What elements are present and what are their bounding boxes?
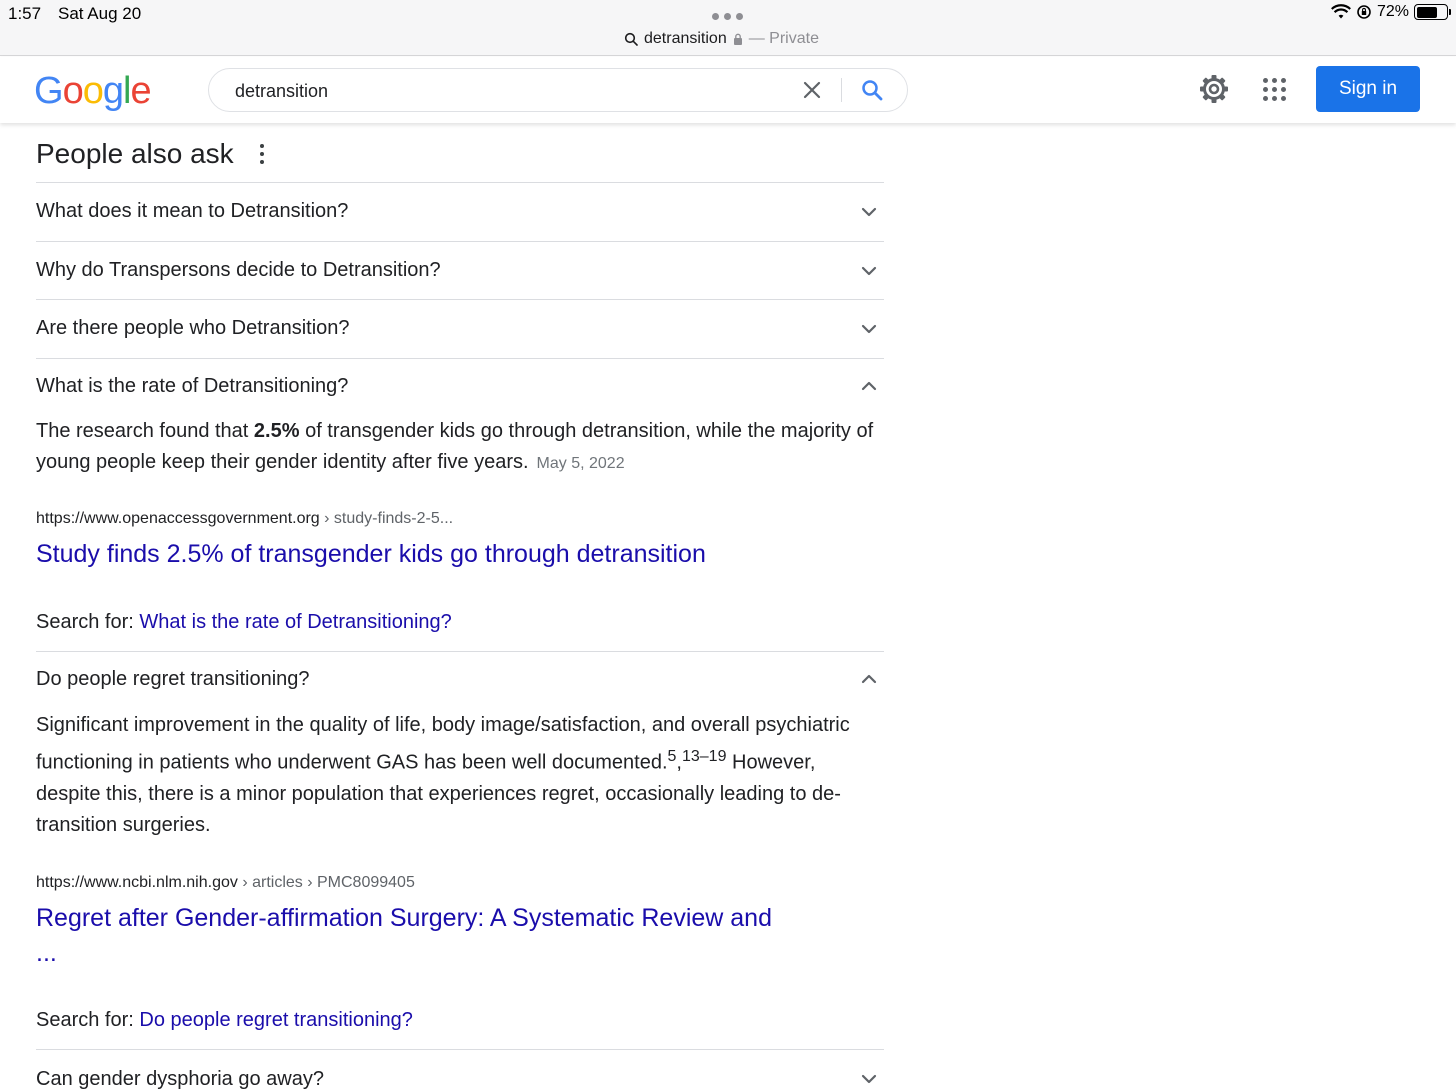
result-url[interactable]: https://www.ncbi.nlm.nih.gov › articles … bbox=[36, 874, 415, 892]
question-row[interactable]: What is the rate of Detransitioning? bbox=[36, 358, 884, 416]
search-for-link[interactable]: What is the rate of Detransitioning? bbox=[139, 611, 451, 633]
result-path: › study-finds-2-5... bbox=[319, 510, 454, 527]
result-title-link[interactable]: Study finds 2.5% of transgender kids go … bbox=[36, 537, 706, 572]
wifi-icon bbox=[1331, 4, 1351, 19]
lock-icon bbox=[733, 33, 742, 45]
result-domain: https://www.ncbi.nlm.nih.gov bbox=[36, 874, 238, 891]
gear-icon[interactable] bbox=[1198, 73, 1230, 105]
question-text: Can gender dysphoria go away? bbox=[36, 1068, 324, 1090]
search-for-label: Search for: bbox=[36, 611, 140, 633]
result-title-ellipsis: ... bbox=[36, 939, 57, 967]
question-row[interactable]: What does it mean to Detransition? bbox=[36, 182, 884, 240]
search-for: Search for: What is the rate of Detransi… bbox=[36, 611, 452, 634]
logo-letter: l bbox=[122, 70, 132, 112]
search-box[interactable]: detransition bbox=[208, 68, 908, 112]
logo-letter: g bbox=[102, 70, 124, 112]
question-text: Why do Transpersons decide to Detransiti… bbox=[36, 259, 441, 281]
answer-snippet: The research found that 2.5% of transgen… bbox=[36, 416, 884, 479]
chevron-up-icon bbox=[861, 674, 877, 684]
result-domain: https://www.openaccessgovernment.org bbox=[36, 510, 320, 527]
answer-text: The research found that bbox=[36, 420, 254, 442]
google-logo[interactable]: Google bbox=[34, 70, 152, 113]
answer-date: May 5, 2022 bbox=[536, 455, 625, 472]
question-row[interactable]: Are there people who Detransition? bbox=[36, 299, 884, 357]
multitasking-dots-icon[interactable] bbox=[712, 13, 743, 20]
browser-status-bar: 1:57 Sat Aug 20 detransition — Private 7… bbox=[0, 0, 1456, 56]
citation-ref: 13–19 bbox=[681, 748, 727, 765]
logo-letter: o bbox=[62, 70, 84, 112]
address-bar[interactable]: detransition — Private bbox=[624, 28, 819, 50]
result-url[interactable]: https://www.openaccessgovernment.org › s… bbox=[36, 510, 453, 528]
search-icon bbox=[624, 32, 638, 46]
clear-icon[interactable] bbox=[797, 75, 827, 105]
chevron-down-icon bbox=[861, 324, 877, 334]
chevron-down-icon bbox=[861, 207, 877, 217]
address-bar-text: detransition bbox=[644, 30, 727, 47]
logo-letter: e bbox=[130, 70, 151, 112]
logo-letter: G bbox=[34, 70, 64, 112]
search-icon[interactable] bbox=[857, 75, 887, 105]
result-title-link[interactable]: Regret after Gender-affirmation Surgery:… bbox=[36, 901, 772, 971]
search-for-link[interactable]: Do people regret transitioning? bbox=[139, 1009, 413, 1031]
question-text: Do people regret transitioning? bbox=[36, 668, 310, 690]
apps-grid-icon[interactable] bbox=[1260, 75, 1288, 103]
search-for: Search for: Do people regret transitioni… bbox=[36, 1009, 413, 1032]
answer-snippet: Significant improvement in the quality o… bbox=[36, 710, 884, 841]
search-input[interactable]: detransition bbox=[235, 81, 328, 102]
google-header: Google detransition Sign in bbox=[0, 57, 1456, 123]
more-options-icon[interactable] bbox=[258, 144, 266, 164]
status-indicators: 72% bbox=[1331, 3, 1451, 21]
question-row[interactable]: Why do Transpersons decide to Detransiti… bbox=[36, 241, 884, 299]
search-for-label: Search for: bbox=[36, 1009, 140, 1031]
chevron-down-icon bbox=[861, 1074, 877, 1084]
status-time: 1:57 bbox=[8, 4, 42, 23]
result-path: › articles › PMC8099405 bbox=[237, 874, 415, 891]
chevron-down-icon bbox=[861, 266, 877, 276]
orientation-lock-icon bbox=[1357, 5, 1371, 19]
question-row[interactable]: Do people regret transitioning? bbox=[36, 651, 884, 709]
status-date: Sat Aug 20 bbox=[58, 4, 142, 23]
logo-letter: o bbox=[82, 70, 104, 112]
search-divider bbox=[841, 78, 842, 102]
question-text: What is the rate of Detransitioning? bbox=[36, 375, 349, 397]
battery-percent: 72% bbox=[1376, 3, 1409, 20]
result-title-line: Regret after Gender-affirmation Surgery:… bbox=[36, 904, 772, 932]
chevron-up-icon bbox=[861, 381, 877, 391]
answer-highlight: 2.5% bbox=[253, 420, 300, 442]
question-text: What does it mean to Detransition? bbox=[36, 200, 349, 222]
sign-in-button[interactable]: Sign in bbox=[1316, 66, 1420, 112]
battery-icon bbox=[1414, 4, 1451, 20]
question-row[interactable]: Can gender dysphoria go away? bbox=[36, 1049, 884, 1092]
question-text: Are there people who Detransition? bbox=[36, 317, 350, 339]
section-title: People also ask bbox=[36, 138, 234, 169]
private-label: — Private bbox=[748, 30, 819, 47]
